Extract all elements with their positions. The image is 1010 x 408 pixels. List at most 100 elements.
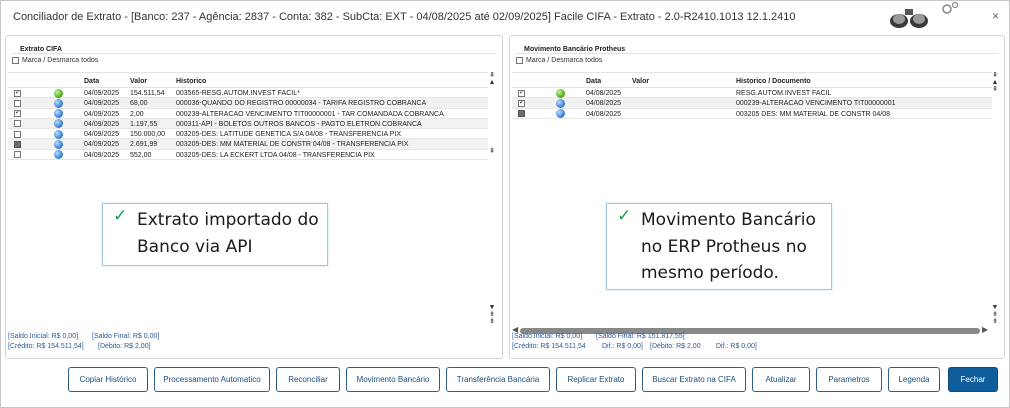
- row-select-checkbox[interactable]: [14, 151, 21, 159]
- scroll-page-up-control[interactable]: ⇞: [487, 148, 497, 155]
- checkmark-icon: ✓: [617, 206, 632, 225]
- refresh-button[interactable]: Atualizar: [752, 367, 810, 392]
- row-select-checkbox[interactable]: [14, 99, 21, 107]
- row-select-checkbox[interactable]: [14, 89, 21, 97]
- close-window-button[interactable]: ×: [992, 9, 999, 23]
- debito-right: [Débito: R$ 2,00: [650, 343, 701, 350]
- erp-movement-panel: Movimento Bancário Protheus Marca / Desm…: [509, 35, 1005, 359]
- column-header-valor[interactable]: Valor: [632, 77, 649, 86]
- grid-scroll-bottom-controls[interactable]: ▼ ⇟ ⇟: [990, 304, 1000, 325]
- column-header-historico[interactable]: Historico: [176, 77, 206, 86]
- table-row[interactable]: 04/09/2025 150.000,00 003205-DES: LATITUDE…: [8, 129, 488, 140]
- reconcile-button[interactable]: Reconciliar: [276, 367, 340, 392]
- table-row[interactable]: 04/08/2025154.511,54RESG.AUTOM.INVEST FA…: [512, 88, 992, 99]
- bank-movement-button[interactable]: Movimento Bancário: [346, 367, 440, 392]
- dif-debito-right: Dif.: R$ 0,00]: [716, 343, 757, 350]
- row-select-checkbox[interactable]: [14, 140, 21, 148]
- scroll-down-icon[interactable]: ▼: [990, 304, 1000, 311]
- status-blue-icon: [556, 98, 565, 108]
- table-row[interactable]: 04/08/20252,00000239-ALTERACAO VENCIMENT…: [512, 98, 992, 109]
- status-blue-icon: [54, 139, 63, 149]
- row-history: 003205-DES: LA ECKERT LTDA 04/08 - TRANS…: [176, 151, 375, 159]
- column-header-data[interactable]: Data: [586, 77, 601, 86]
- mascot-illustration: [890, 1, 959, 28]
- row-select-checkbox[interactable]: [518, 110, 525, 118]
- row-history: 000036-QUANDO DO REGISTRO 00000034 - TAR…: [176, 100, 427, 108]
- table-row[interactable]: 04/09/2025 552,00 003205-DES: LA ECKERT LT…: [8, 150, 488, 161]
- saldo-final-left: [Saldo Final: R$ 0,00]: [92, 333, 160, 340]
- panel-divider: [12, 53, 496, 54]
- scroll-right-icon[interactable]: ▶: [982, 325, 988, 334]
- callout-line-2: Banco via API: [137, 237, 253, 257]
- checkmark-icon: ✓: [113, 206, 128, 225]
- column-header-valor[interactable]: Valor: [130, 77, 147, 86]
- row-select-checkbox[interactable]: [518, 89, 525, 97]
- saldo-inicial-left: [Saldo Inicial: R$ 0,00]: [8, 333, 79, 340]
- horizontal-scrollbar[interactable]: [520, 328, 980, 334]
- row-value: 1.197,55: [130, 120, 158, 128]
- table-row[interactable]: 04/09/2025 154.511,54 003565-RESG.AUTOM.IN…: [8, 88, 488, 99]
- scroll-bottom-icon[interactable]: ⇟: [990, 318, 1000, 325]
- table-row[interactable]: 04/09/2025 1.197,55 000311-API - BOLETOS O…: [8, 118, 488, 130]
- legend-button[interactable]: Legenda: [888, 367, 940, 392]
- replicate-statement-button[interactable]: Replicar Extrato: [556, 367, 636, 392]
- table-row[interactable]: 04/09/2025 68,00 000036-QUANDO DO REGISTRO…: [8, 98, 488, 109]
- saldo-final-right: [Saldo Final: R$ 151.817,55]: [596, 333, 685, 340]
- mark-all-checkbox[interactable]: [516, 57, 523, 64]
- bank-statement-title: Extrato CIFA: [20, 46, 63, 53]
- status-blue-icon: [54, 98, 63, 108]
- row-date: 04/09/2025: [84, 151, 120, 159]
- callout-line-3: mesmo período.: [641, 263, 779, 283]
- scroll-page-up-icon[interactable]: ⇞: [990, 86, 1000, 93]
- grid-scroll-top-controls[interactable]: ⇞ ▲ ⇞: [990, 72, 1000, 93]
- credito-left: [Crédito: R$ 154.511,54]: [8, 343, 84, 350]
- row-history: 003565-RESG.AUTOM.INVEST FACIL*: [176, 90, 300, 97]
- scroll-down-icon[interactable]: ▼: [487, 304, 497, 311]
- dif-credito-right: Dif.: R$ 0,00]: [602, 343, 643, 350]
- scroll-page-up-icon[interactable]: ⇞: [487, 148, 497, 155]
- copy-history-button[interactable]: Copiar Histórico: [68, 367, 148, 392]
- mark-all-checkbox[interactable]: [12, 57, 19, 64]
- scroll-top-icon[interactable]: ⇞: [990, 72, 1000, 79]
- row-date: 04/09/2025: [84, 120, 120, 128]
- row-date: 04/08/2025: [586, 100, 622, 108]
- bank-transfer-button[interactable]: Transferência Bancária: [446, 367, 550, 392]
- credito-right: [Crédito: R$ 154.511,54: [512, 343, 586, 350]
- row-select-checkbox[interactable]: [14, 120, 21, 128]
- row-select-checkbox[interactable]: [14, 110, 21, 118]
- parameters-button[interactable]: Parametros: [816, 367, 882, 392]
- auto-processing-button[interactable]: Processamento Automatico: [154, 367, 270, 392]
- row-history: 000239-ALTERACAO VENCIMENTO TIT00000001 …: [176, 110, 444, 118]
- api-statement-callout: ✓ Extrato importado do Banco via API: [102, 203, 328, 266]
- status-blue-icon: [556, 109, 565, 119]
- status-green-icon: [54, 88, 63, 98]
- column-header-data[interactable]: Data: [84, 77, 99, 86]
- row-value: 68,00: [130, 100, 148, 108]
- fetch-cifa-statement-button[interactable]: Buscar Extrato na CIFA: [642, 367, 746, 392]
- table-row[interactable]: 04/09/2025 2.691,99 003205-DES: MM MATERIA…: [8, 139, 488, 150]
- scroll-page-down-icon[interactable]: ⇟: [487, 311, 497, 318]
- row-value: 150.000,00: [130, 131, 166, 139]
- grid-scroll-bottom-controls[interactable]: ▼ ⇟ ⇟: [487, 304, 497, 325]
- row-date: 04/09/2025: [84, 141, 120, 149]
- scroll-top-icon[interactable]: ⇞: [487, 72, 497, 79]
- scroll-up-icon[interactable]: ▲: [990, 79, 1000, 86]
- table-row[interactable]: 04/08/20252.691,99003205 DES: MM MATERIA…: [512, 109, 992, 119]
- row-value: 2,00: [130, 110, 144, 118]
- status-blue-icon: [54, 150, 63, 160]
- close-button[interactable]: Fechar: [948, 367, 998, 392]
- erp-movement-grid: Data Valor Historico / Documento 04/08/2…: [512, 72, 992, 119]
- mark-all-toggle[interactable]: Marca / Desmarca todos: [12, 57, 98, 64]
- grid-scroll-top-controls[interactable]: ⇞ ▲: [487, 72, 497, 86]
- row-date: 04/08/2025: [586, 90, 622, 97]
- table-row[interactable]: 04/09/2025 2,00 000239-ALTERACAO VENCIMENT…: [8, 109, 488, 119]
- mark-all-toggle[interactable]: Marca / Desmarca todos: [516, 57, 602, 64]
- column-header-historico[interactable]: Historico / Documento: [736, 77, 811, 86]
- window-title: Conciliador de Extrato - [Banco: 237 - A…: [13, 11, 796, 23]
- scroll-page-down-icon[interactable]: ⇟: [990, 311, 1000, 318]
- scroll-up-icon[interactable]: ▲: [487, 79, 497, 86]
- row-history: 000311-API - BOLETOS OUTROS BANCOS - PAG…: [176, 120, 422, 128]
- row-select-checkbox[interactable]: [14, 130, 21, 138]
- row-select-checkbox[interactable]: [518, 99, 525, 107]
- scroll-bottom-icon[interactable]: ⇟: [487, 318, 497, 325]
